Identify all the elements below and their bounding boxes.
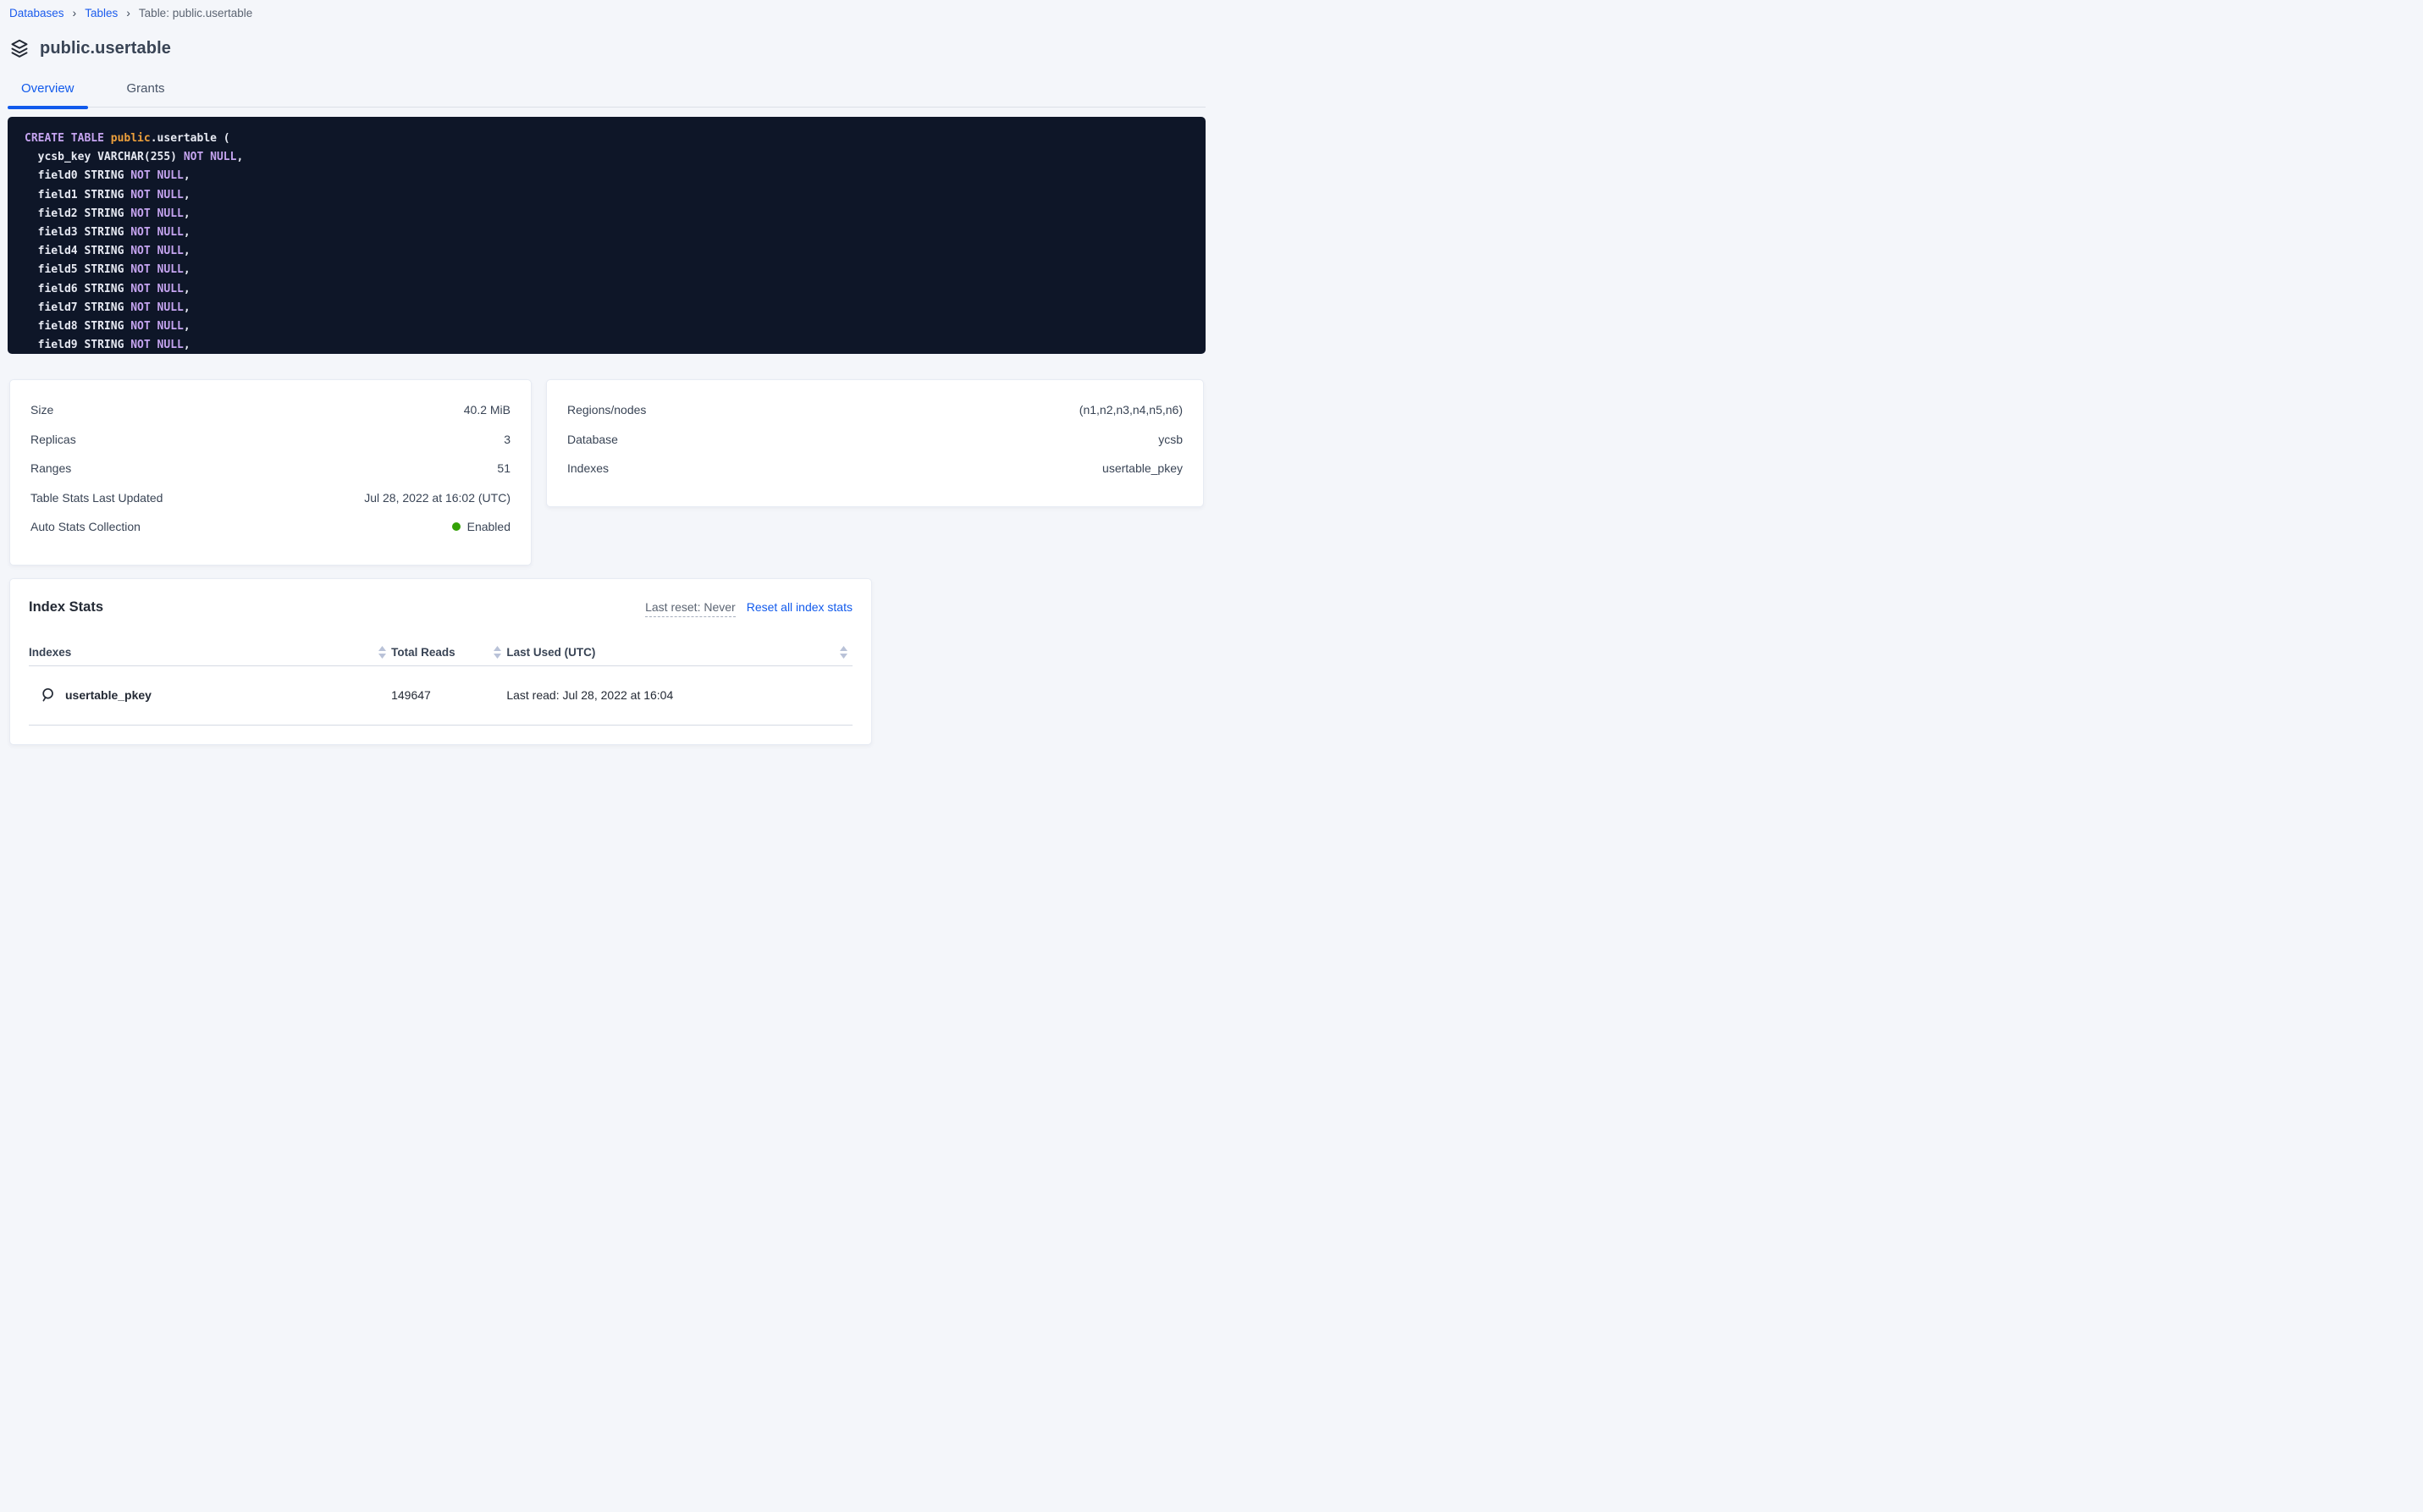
index-name: usertable_pkey (65, 688, 152, 702)
stat-value: 40.2 MiB (464, 403, 511, 417)
column-header-indexes[interactable]: Indexes (29, 646, 391, 659)
last-reset-label[interactable]: Last reset: Never (645, 600, 736, 617)
stat-label: Auto Stats Collection (30, 520, 141, 533)
create-table-sql[interactable]: CREATE TABLE public.usertable ( ycsb_key… (8, 117, 1206, 354)
table-header-row: Indexes Total Reads Last Used (UTC) (29, 639, 853, 666)
stat-value: Jul 28, 2022 at 16:02 (UTC) (364, 491, 511, 505)
page-title-row: public.usertable (9, 38, 1212, 58)
stat-row-ranges: Ranges 51 (30, 454, 511, 483)
stat-value: 3 (504, 433, 511, 446)
sort-arrows-icon[interactable] (494, 646, 501, 659)
stat-label: Indexes (567, 461, 609, 475)
stat-label: Replicas (30, 433, 76, 446)
table-stats-card: Size 40.2 MiB Replicas 3 Ranges 51 Table… (9, 379, 532, 566)
stat-row-auto-stats: Auto Stats Collection Enabled (30, 512, 511, 542)
index-stats-header: Index Stats Last reset: Never Reset all … (29, 599, 853, 617)
green-dot-icon (452, 522, 461, 531)
stat-row-database: Database ycsb (567, 425, 1183, 455)
index-stats-title: Index Stats (29, 599, 103, 615)
breadcrumb-current: Table: public.usertable (139, 7, 252, 19)
table-meta-card: Regions/nodes (n1,n2,n3,n4,n5,n6) Databa… (546, 379, 1204, 507)
reset-index-stats-link[interactable]: Reset all index stats (747, 600, 853, 614)
last-used-cell: Last read: Jul 28, 2022 at 16:04 (506, 688, 853, 702)
stat-label: Database (567, 433, 618, 446)
stat-row-stats-updated: Table Stats Last Updated Jul 28, 2022 at… (30, 483, 511, 513)
stat-row-indexes: Indexes usertable_pkey (567, 454, 1183, 483)
status-text: Enabled (467, 520, 511, 533)
column-header-total-reads[interactable]: Total Reads (391, 646, 506, 659)
breadcrumb: Databases › Tables › Table: public.usert… (0, 0, 1212, 19)
stats-cards-row: Size 40.2 MiB Replicas 3 Ranges 51 Table… (9, 379, 1204, 566)
stat-row-replicas: Replicas 3 (30, 425, 511, 455)
tab-bar: Overview Grants (8, 74, 1206, 108)
status-badge: Enabled (452, 520, 511, 533)
index-name-cell[interactable]: usertable_pkey (29, 687, 391, 703)
stat-row-regions: Regions/nodes (n1,n2,n3,n4,n5,n6) (567, 395, 1183, 425)
page-title: public.usertable (40, 39, 171, 58)
chevron-right-icon: › (73, 7, 77, 19)
column-label: Indexes (29, 646, 71, 659)
total-reads-cell: 149647 (391, 688, 506, 702)
stat-value: 51 (497, 461, 511, 475)
stat-value: (n1,n2,n3,n4,n5,n6) (1079, 403, 1183, 417)
column-label: Total Reads (391, 646, 455, 659)
tab-grants[interactable]: Grants (113, 74, 179, 107)
chevron-right-icon: › (126, 7, 130, 19)
stack-icon (9, 38, 30, 58)
stat-label: Ranges (30, 461, 71, 475)
stat-label: Size (30, 403, 53, 417)
breadcrumb-link-tables[interactable]: Tables (85, 7, 118, 19)
table-row[interactable]: usertable_pkey 149647 Last read: Jul 28,… (29, 666, 853, 726)
index-stats-actions: Last reset: Never Reset all index stats (645, 600, 853, 617)
stat-label: Regions/nodes (567, 403, 646, 417)
column-label: Last Used (UTC) (506, 646, 595, 659)
index-stats-card: Index Stats Last reset: Never Reset all … (9, 578, 872, 745)
stat-value: ycsb (1158, 433, 1183, 446)
index-stats-table: Indexes Total Reads Last Used (UTC) (29, 639, 853, 726)
sort-arrows-icon[interactable] (378, 646, 386, 659)
column-header-last-used[interactable]: Last Used (UTC) (506, 646, 853, 659)
stat-value: usertable_pkey (1102, 461, 1183, 475)
breadcrumb-link-databases[interactable]: Databases (9, 7, 64, 19)
sort-arrows-icon[interactable] (840, 646, 847, 659)
stat-label: Table Stats Last Updated (30, 491, 163, 505)
stat-row-size: Size 40.2 MiB (30, 395, 511, 425)
tab-overview[interactable]: Overview (8, 74, 88, 107)
magnifier-icon (41, 687, 56, 703)
